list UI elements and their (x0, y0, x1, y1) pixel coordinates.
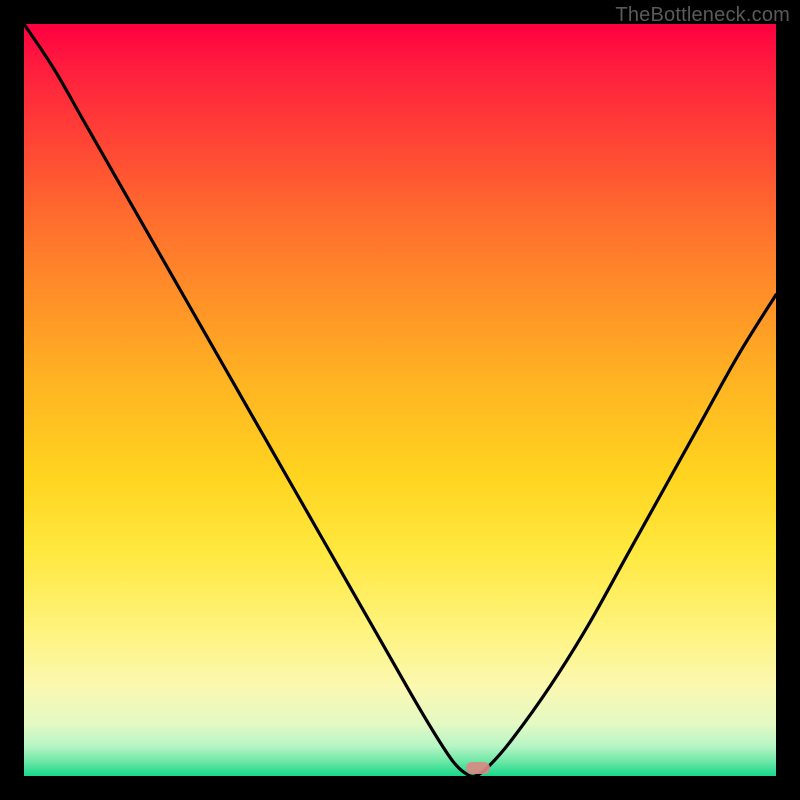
plot-area (24, 24, 776, 776)
bottleneck-curve (24, 24, 776, 776)
curve-path (24, 24, 776, 776)
optimum-marker (466, 762, 490, 774)
